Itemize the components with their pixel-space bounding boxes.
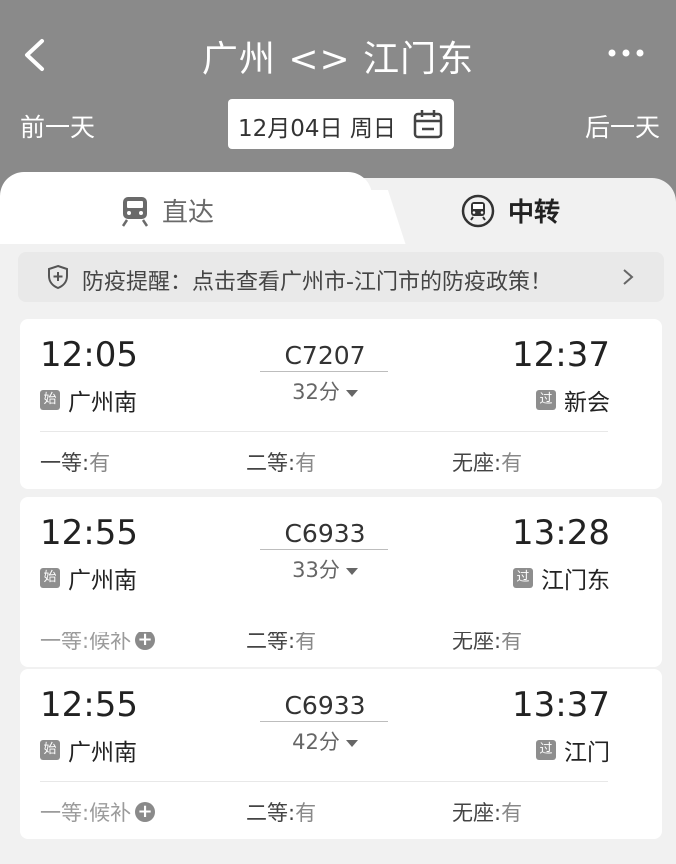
arrival-time: 13:37	[512, 685, 610, 725]
date-text: 12月04日 周日	[238, 116, 396, 142]
epidemic-notice-banner[interactable]: 防疫提醒：点击查看广州市-江门市的防疫政策！	[18, 252, 664, 302]
divider	[40, 781, 608, 782]
to-station: 过江门	[536, 733, 610, 767]
route-line	[260, 721, 388, 722]
duration-text: 42分	[292, 730, 340, 754]
seat-value: 有	[89, 451, 111, 475]
divider	[40, 431, 608, 432]
to-station-name: 江门东	[541, 568, 610, 594]
origin-tag: 始	[40, 390, 60, 410]
departure-time: 12:55	[40, 685, 138, 725]
seat-value: 候补	[89, 801, 132, 825]
pass-tag: 过	[536, 740, 556, 760]
duration-text: 33分	[292, 558, 340, 582]
train-card-partial[interactable]	[20, 602, 662, 632]
seat-second-class: 二等: 有	[246, 447, 316, 477]
route-line	[260, 371, 388, 372]
departure-time: 12:55	[40, 513, 138, 553]
seat-no-seat: 无座: 有	[452, 447, 522, 477]
seat-value: 有	[501, 451, 523, 475]
train-number: C6933	[284, 691, 366, 720]
shield-icon	[48, 264, 68, 290]
route-line	[260, 549, 388, 550]
train-number: C6933	[284, 519, 366, 548]
to-station: 过江门东	[513, 561, 610, 595]
tab-transfer[interactable]: 中转	[460, 192, 560, 229]
seat-second-class: 二等: 有	[246, 797, 316, 827]
add-waitlist-icon[interactable]: +	[135, 802, 156, 822]
seat-first-class: 一等: 有	[40, 447, 110, 477]
to-station-name: 新会	[564, 390, 610, 416]
arrival-time: 12:37	[512, 335, 610, 375]
seat-no-seat: 无座: 有	[452, 797, 522, 827]
from-station-name: 广州南	[68, 740, 137, 766]
train-card[interactable]: 12:55 C6933 42分 13:37 始广州南 过江门 一等: 候补 + 二等…	[20, 669, 662, 839]
seat-value: 有	[295, 451, 317, 475]
more-options-icon[interactable]	[606, 42, 646, 64]
notice-text: 防疫提醒：点击查看广州市-江门市的防疫政策！	[82, 270, 552, 295]
duration-toggle[interactable]: 32分	[260, 376, 390, 406]
date-picker[interactable]: 12月04日 周日	[228, 99, 454, 149]
seat-label: 二等:	[246, 451, 296, 475]
seat-label: 一等:	[40, 451, 90, 475]
triangle-down-icon	[345, 739, 358, 747]
previous-day-button[interactable]: 前一天	[20, 108, 95, 144]
triangle-down-icon	[345, 389, 358, 397]
calendar-icon	[413, 110, 443, 139]
to-station: 过新会	[536, 383, 610, 417]
seat-label: 无座:	[452, 451, 502, 475]
pass-tag: 过	[513, 568, 533, 588]
seat-value: 有	[295, 801, 317, 825]
train-icon	[121, 196, 149, 227]
tab-direct-label: 直达	[162, 198, 215, 228]
duration-toggle[interactable]: 33分	[260, 554, 390, 584]
train-card[interactable]: 12:55 C6933 33分 13:28 始广州南 过江门东 一等: 候补 + 二…	[20, 497, 662, 667]
seat-label: 一等:	[40, 801, 90, 825]
from-station: 始广州南	[40, 383, 137, 417]
tab-transfer-label: 中转	[508, 198, 561, 228]
arrival-time: 13:28	[512, 513, 610, 553]
triangle-down-icon	[345, 567, 358, 575]
duration-text: 32分	[292, 380, 340, 404]
duration-toggle[interactable]: 42分	[260, 726, 390, 756]
train-number: C7207	[284, 341, 366, 370]
next-day-button[interactable]: 后一天	[585, 108, 660, 144]
to-station-name: 江门	[564, 740, 610, 766]
tab-direct[interactable]: 直达	[120, 192, 214, 229]
seat-first-class[interactable]: 一等: 候补 +	[40, 797, 156, 827]
transfer-train-icon	[461, 194, 495, 227]
chevron-right-icon	[623, 269, 634, 285]
departure-time: 12:05	[40, 335, 138, 375]
origin-tag: 始	[40, 568, 60, 588]
origin-tag: 始	[40, 740, 60, 760]
seat-label: 二等:	[246, 801, 296, 825]
from-station-name: 广州南	[68, 568, 137, 594]
seat-label: 无座:	[452, 801, 502, 825]
pass-tag: 过	[536, 390, 556, 410]
from-station: 始广州南	[40, 733, 137, 767]
top-header: 广州 <> 江门东 前一天 12月04日 周日 后一天	[0, 0, 676, 190]
from-station-name: 广州南	[68, 390, 137, 416]
seat-value: 有	[501, 801, 523, 825]
page-title: 广州 <> 江门东	[201, 39, 475, 80]
train-card[interactable]: 12:05 C7207 32分 12:37 始广州南 过新会 一等: 有 二等: 有…	[20, 319, 662, 489]
from-station: 始广州南	[40, 561, 137, 595]
add-waitlist-icon[interactable]: +	[135, 630, 156, 650]
